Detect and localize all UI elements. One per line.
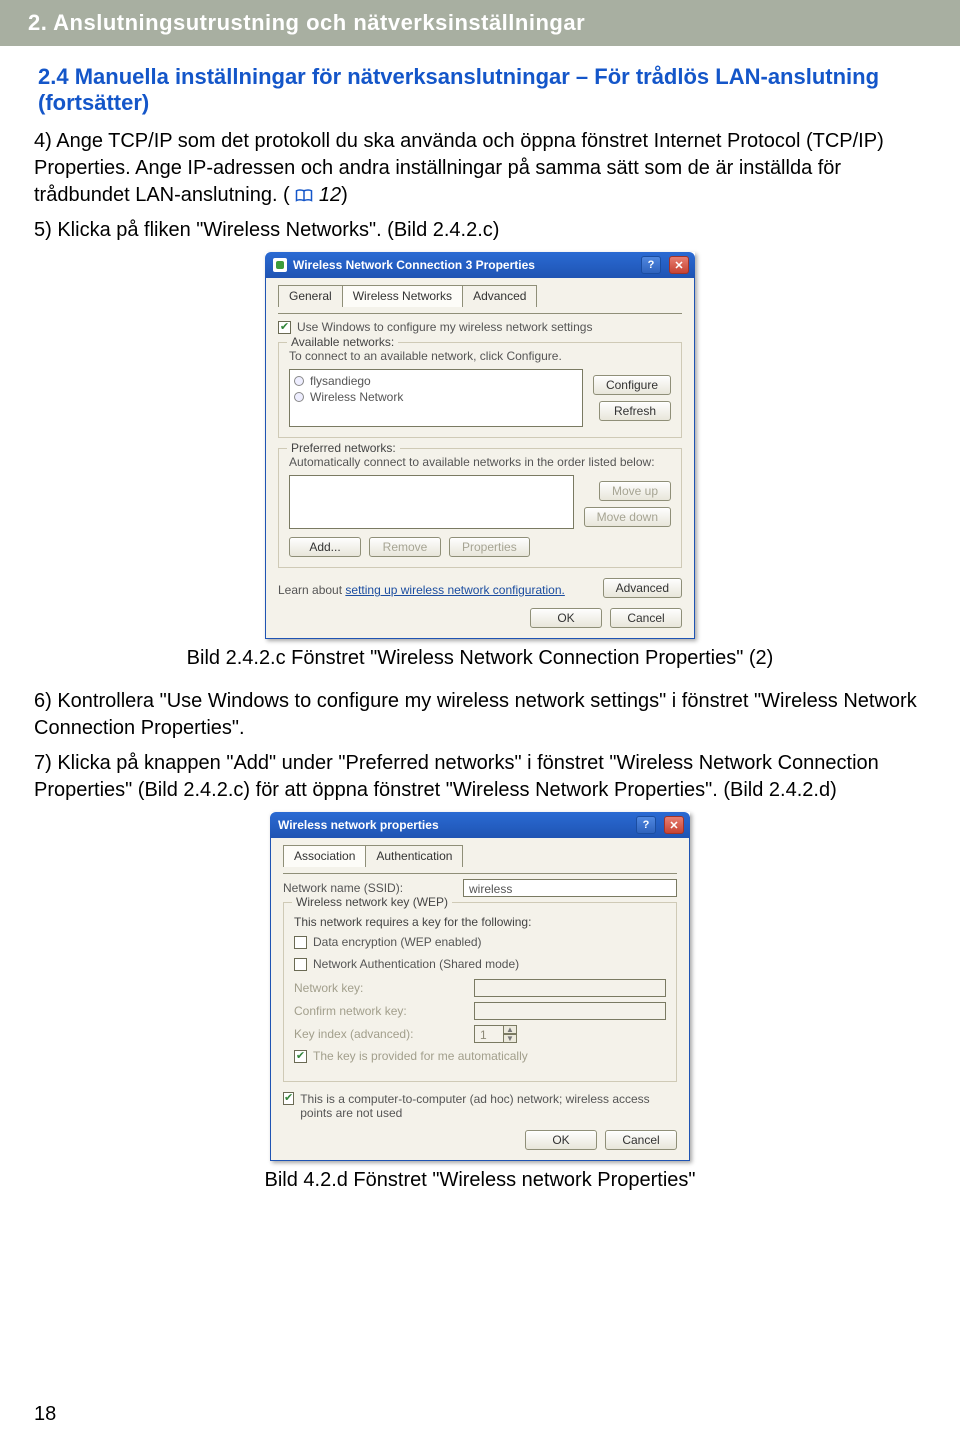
step-6-text: 6) Kontrollera "Use Windows to configure… (34, 688, 926, 742)
dialog-wireless-connection-properties: Wireless Network Connection 3 Properties… (265, 252, 695, 639)
step-7-text: 7) Klicka på knappen "Add" under "Prefer… (34, 750, 926, 804)
list-item[interactable]: Wireless Network (294, 389, 578, 405)
key-index-spinner[interactable]: ▲▼ (503, 1025, 517, 1043)
list-item[interactable]: flysandiego (294, 373, 578, 389)
dialog1-titlebar: Wireless Network Connection 3 Properties… (265, 252, 695, 278)
antenna-icon (294, 376, 304, 386)
move-down-button[interactable]: Move down (584, 507, 671, 527)
ok-button[interactable]: OK (530, 608, 602, 628)
step-5-text: 5) Klicka på fliken "Wireless Networks".… (34, 217, 926, 244)
ok-button[interactable]: OK (525, 1130, 597, 1150)
step-4-ref: 12 (319, 184, 341, 206)
auto-key-checkbox[interactable]: ✔ (294, 1050, 307, 1063)
learn-text: Learn about setting up wireless network … (278, 583, 565, 597)
close-button[interactable]: ✕ (664, 816, 684, 834)
dialog1-title: Wireless Network Connection 3 Properties (293, 258, 535, 272)
cancel-button[interactable]: Cancel (610, 608, 682, 628)
available-instruction: To connect to an available network, clic… (289, 349, 671, 363)
preferred-networks-list[interactable] (289, 475, 574, 529)
key-index-input[interactable]: 1 (474, 1025, 504, 1043)
available-networks-group: Available networks: To connect to an ava… (278, 342, 682, 438)
preferred-instruction: Automatically connect to available netwo… (289, 455, 671, 469)
use-windows-label: Use Windows to configure my wireless net… (297, 320, 592, 334)
use-windows-checkbox[interactable]: ✔ (278, 321, 291, 334)
preferred-legend: Preferred networks: (287, 441, 400, 455)
tab-general[interactable]: General (278, 285, 343, 307)
confirm-key-input[interactable] (474, 1002, 666, 1020)
step-4-body: 4) Ange TCP/IP som det protokoll du ska … (34, 130, 884, 206)
key-index-label: Key index (advanced): (294, 1027, 464, 1041)
adhoc-checkbox[interactable]: ✔ (283, 1092, 294, 1105)
advanced-button[interactable]: Advanced (603, 578, 682, 598)
network-auth-checkbox[interactable] (294, 958, 307, 971)
tab-advanced[interactable]: Advanced (462, 285, 537, 307)
wep-instruction: This network requires a key for the foll… (294, 915, 666, 929)
properties-button[interactable]: Properties (449, 537, 530, 557)
available-legend: Available networks: (287, 335, 398, 349)
ssid-input[interactable]: wireless (463, 879, 677, 897)
step-4-close: ) (341, 184, 348, 206)
ssid-label: Network name (SSID): (283, 881, 453, 895)
add-button[interactable]: Add... (289, 537, 361, 557)
refresh-button[interactable]: Refresh (599, 401, 671, 421)
auto-key-label: The key is provided for me automatically (313, 1049, 528, 1063)
dialog-wireless-network-properties: Wireless network properties ? ✕ Associat… (270, 812, 690, 1161)
section-header: 2. Anslutningsutrustning och nätverksins… (0, 0, 960, 46)
learn-link[interactable]: setting up wireless network configuratio… (345, 583, 564, 597)
confirm-key-label: Confirm network key: (294, 1004, 464, 1018)
remove-button[interactable]: Remove (369, 537, 441, 557)
step-4-text: 4) Ange TCP/IP som det protokoll du ska … (34, 128, 926, 209)
configure-button[interactable]: Configure (593, 375, 671, 395)
figure-caption-2: Bild 4.2.d Fönstret "Wireless network Pr… (34, 1169, 926, 1192)
subsection-heading: 2.4 Manuella inställningar för nätverksa… (34, 64, 926, 116)
tab-wireless-networks[interactable]: Wireless Networks (342, 285, 463, 307)
learn-prefix: Learn about (278, 583, 345, 597)
data-encryption-label: Data encryption (WEP enabled) (313, 935, 482, 949)
data-encryption-checkbox[interactable] (294, 936, 307, 949)
help-button[interactable]: ? (636, 816, 656, 834)
list-item-label: Wireless Network (310, 390, 403, 404)
list-item-label: flysandiego (310, 374, 371, 388)
network-key-label: Network key: (294, 981, 464, 995)
network-auth-label: Network Authentication (Shared mode) (313, 957, 519, 971)
tab-authentication[interactable]: Authentication (365, 845, 463, 867)
close-button[interactable]: ✕ (669, 256, 689, 274)
preferred-networks-group: Preferred networks: Automatically connec… (278, 448, 682, 568)
antenna-icon (294, 392, 304, 402)
book-icon (295, 184, 319, 206)
dialog2-tabs: Association Authentication (283, 844, 677, 866)
window-icon (273, 258, 287, 272)
help-button[interactable]: ? (641, 256, 661, 274)
tab-association[interactable]: Association (283, 845, 366, 867)
wep-group: Wireless network key (WEP) This network … (283, 902, 677, 1082)
adhoc-label: This is a computer-to-computer (ad hoc) … (300, 1092, 677, 1120)
cancel-button[interactable]: Cancel (605, 1130, 677, 1150)
move-up-button[interactable]: Move up (599, 481, 671, 501)
page-number: 18 (34, 1403, 56, 1426)
figure-caption-1: Bild 2.4.2.c Fönstret "Wireless Network … (34, 647, 926, 670)
available-networks-list[interactable]: flysandiego Wireless Network (289, 369, 583, 427)
wep-legend: Wireless network key (WEP) (292, 895, 452, 909)
network-key-input[interactable] (474, 979, 666, 997)
dialog2-title: Wireless network properties (278, 818, 439, 832)
dialog2-titlebar: Wireless network properties ? ✕ (270, 812, 690, 838)
dialog1-tabs: General Wireless Networks Advanced (278, 284, 682, 306)
